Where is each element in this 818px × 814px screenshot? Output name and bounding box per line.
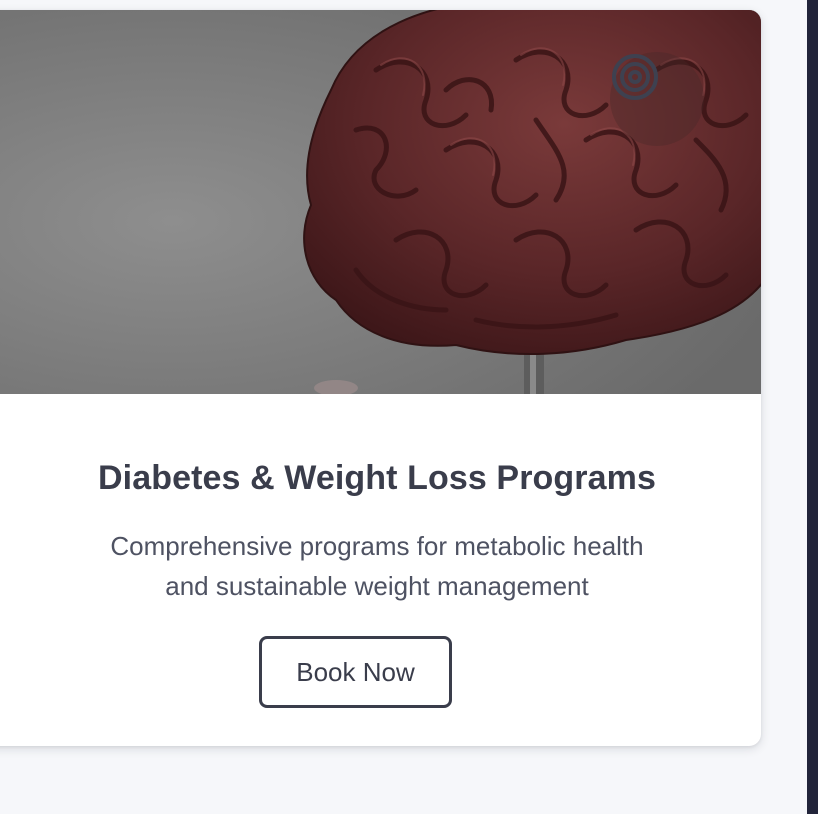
target-icon [612, 54, 658, 100]
book-now-button[interactable]: Book Now [259, 636, 452, 708]
card-description: Comprehensive programs for metabolic hea… [0, 526, 757, 606]
service-card: Diabetes & Weight Loss Programs Comprehe… [0, 10, 761, 746]
card-title: Diabetes & Weight Loss Programs [98, 459, 656, 497]
card-description-line-1: Comprehensive programs for metabolic hea… [110, 531, 644, 561]
card-description-line-2: and sustainable weight management [165, 571, 589, 601]
card-body: Diabetes & Weight Loss Programs Comprehe… [0, 404, 737, 746]
window-edge [807, 0, 818, 814]
card-image [0, 10, 761, 394]
target-icon-button[interactable] [610, 52, 704, 146]
page: Diabetes & Weight Loss Programs Comprehe… [0, 0, 818, 814]
